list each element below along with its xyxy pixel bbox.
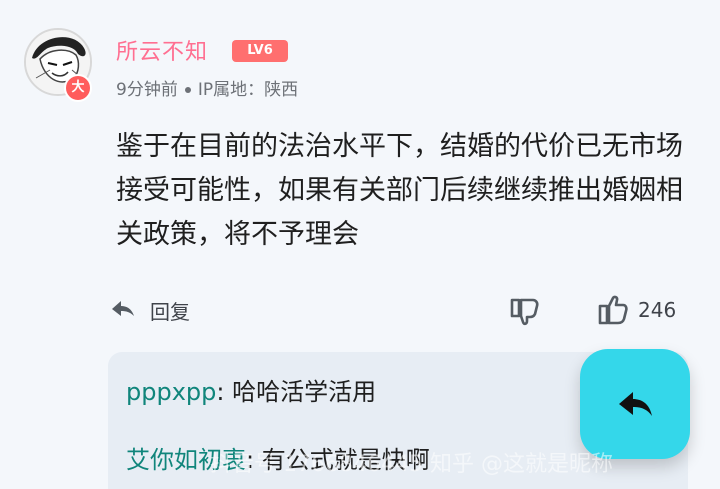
dislike-icon[interactable] [508, 294, 542, 328]
sub-reply-text: 哈哈活学活用 [232, 378, 377, 406]
like-count: 246 [638, 298, 677, 322]
reply-arrow-icon [619, 392, 652, 416]
sub-reply-colon: : [216, 378, 233, 406]
comment-text: 鉴于在目前的法治水平下，结婚的代价已无市场接受可能性，如果有关部门后续继续推出婚… [116, 131, 683, 250]
separator-dot [184, 87, 191, 93]
comment-actions: 回复 246 [108, 292, 688, 328]
like-icon[interactable] [596, 294, 630, 328]
reply-arrow-icon[interactable] [110, 296, 136, 322]
sub-reply-author[interactable]: pppxpp [126, 378, 216, 406]
watermark: 抖音号 1766846445 知乎 @这就是昵称 [210, 452, 613, 477]
sub-reply-item[interactable]: pppxpp: 哈哈活学活用 [126, 372, 376, 407]
reply-button[interactable]: 回复 [150, 296, 190, 325]
reply-floating-button[interactable] [580, 349, 690, 459]
ip-location: IP属地：陕西 [197, 80, 299, 100]
level-badge: LV6 [232, 40, 288, 62]
avatar-badge: 大 [64, 74, 92, 102]
comment-meta: 9分钟前 IP属地：陕西 [116, 75, 298, 100]
comment-time: 9分钟前 [116, 80, 178, 100]
username[interactable]: 所云不知 [116, 34, 208, 66]
